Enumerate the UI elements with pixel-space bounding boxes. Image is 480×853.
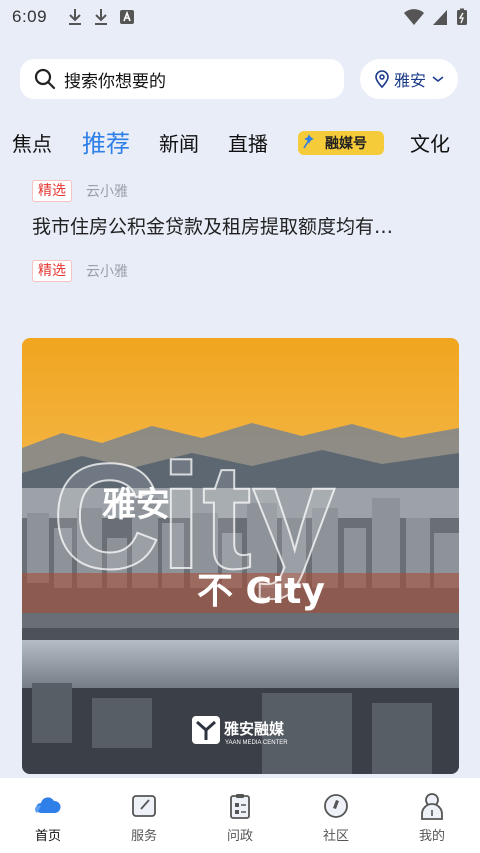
bottom-nav: 首页 服务 问政 社区 我的 [0,778,480,853]
feature-image-card[interactable]: City 雅安 不 City 雅安融媒 YAAN MEDIA CENTER [22,338,459,774]
location-selector[interactable]: 雅安 [360,59,458,99]
battery-icon [457,8,467,25]
tab-live[interactable]: 直播 [228,128,268,157]
app-screen: 6:09 搜索你想要的 雅安 焦点 推荐 新闻 直播 融媒号 文化 精选 云小雅… [0,0,480,853]
search-row: 搜索你想要的 雅安 [20,58,460,100]
nav-community[interactable]: 社区 [288,778,384,853]
city-poster-image: City 雅安 不 City 雅安融媒 YAAN MEDIA CENTER [22,338,459,774]
tab-culture[interactable]: 文化 [410,128,450,157]
search-placeholder: 搜索你想要的 [64,71,166,92]
tab-media-account-label: 融媒号 [325,136,367,152]
search-input[interactable]: 搜索你想要的 [20,59,344,99]
compass-icon [324,794,348,818]
poster-slogan: 不 City [197,571,325,612]
tab-focus[interactable]: 焦点 [12,128,52,157]
nav-home-label: 首页 [34,829,61,844]
feed-item-meta: 精选 云小雅 [32,180,128,202]
poster-city-name: 雅安 [102,485,170,525]
profile-icon [421,793,443,820]
source-label: 云小雅 [86,184,128,200]
home-cloud-icon [34,797,61,813]
brand-subtitle: YAAN MEDIA CENTER [225,740,288,746]
sparkle-icon [303,134,314,149]
nav-service[interactable]: 服务 [96,778,192,853]
system-icons [404,8,468,26]
download-icon [69,9,82,25]
location-label: 雅安 [393,71,426,90]
download-icon [95,9,108,25]
nav-community-label: 社区 [322,829,349,844]
nav-inquiry[interactable]: 问政 [192,778,288,853]
clipboard-icon [230,794,250,819]
tab-news[interactable]: 新闻 [159,128,199,157]
chevron-down-icon [432,76,444,82]
nav-inquiry-label: 问政 [226,829,253,844]
tab-recommended[interactable]: 推荐 [82,124,130,159]
featured-tag: 精选 [32,180,72,202]
source-label: 云小雅 [86,264,128,280]
tab-media-account[interactable]: 融媒号 [298,131,384,155]
nav-profile-label: 我的 [418,829,445,844]
category-tabs: 焦点 推荐 新闻 直播 融媒号 文化 [0,122,480,162]
feed-item-meta: 精选 云小雅 [32,260,128,282]
status-time: 6:09 [12,7,48,26]
search-icon [34,68,56,90]
notification-icons [67,8,135,26]
nav-home[interactable]: 首页 [0,778,96,853]
app-a-icon [120,10,135,24]
status-bar: 6:09 [0,0,480,34]
location-pin-icon [375,70,389,88]
featured-tag: 精选 [32,260,72,282]
signal-icon [433,10,447,25]
brand-name: 雅安融媒 [223,720,285,738]
service-icon [132,795,156,817]
news-headline[interactable]: 我市住房公积金贷款及租房提取额度均有… [32,212,442,239]
media-center-logo: 雅安融媒 YAAN MEDIA CENTER [192,716,288,746]
nav-profile[interactable]: 我的 [384,778,480,853]
wifi-icon [404,9,424,25]
nav-service-label: 服务 [130,829,157,844]
